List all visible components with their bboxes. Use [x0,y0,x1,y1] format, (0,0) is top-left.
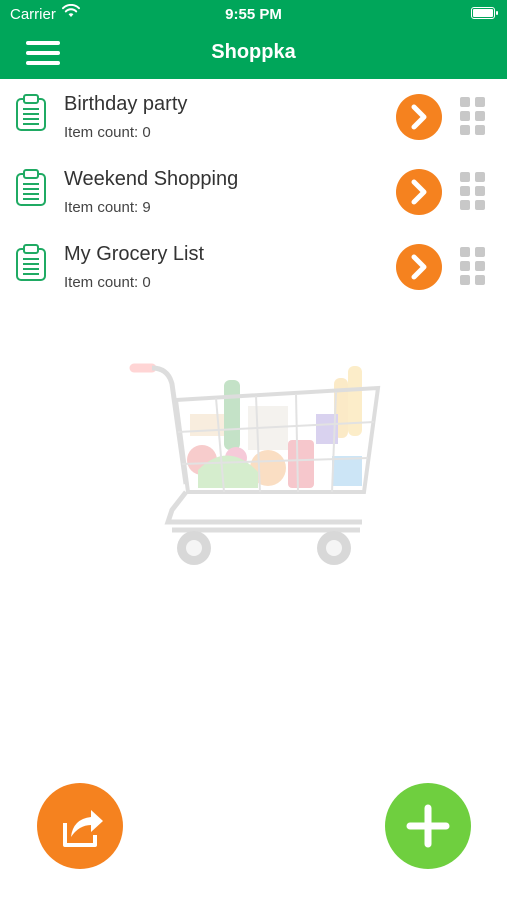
navigation-bar: Shoppka [0,28,507,79]
open-list-button[interactable] [396,244,442,290]
item-count: Item count: 0 [64,274,151,291]
clipboard-icon [15,169,47,207]
shopping-lists: Birthday party Item count: 0 Weekend Sho… [0,79,507,304]
battery-icon [471,7,498,19]
drag-handle-icon[interactable] [460,247,488,285]
status-time: 9:55 PM [225,6,282,23]
chevron-right-icon [411,179,427,205]
app-title: Shoppka [211,41,296,63]
open-list-button[interactable] [396,169,442,215]
list-item[interactable]: My Grocery List Item count: 0 [0,229,507,304]
list-name: My Grocery List [64,243,205,265]
clipboard-icon [15,94,47,132]
drag-handle-icon[interactable] [460,172,488,210]
item-count: Item count: 0 [64,124,151,141]
drag-handle-icon[interactable] [460,97,488,135]
list-item[interactable]: Birthday party Item count: 0 [0,79,507,154]
clipboard-icon [15,244,47,282]
open-list-button[interactable] [396,94,442,140]
list-name: Birthday party [64,93,188,115]
plus-icon [406,804,450,848]
list-name: Weekend Shopping [64,168,239,190]
share-icon [63,810,103,847]
item-count: Item count: 9 [64,199,151,216]
chevron-right-icon [411,254,427,280]
list-item[interactable]: Weekend Shopping Item count: 9 [0,154,507,229]
shopping-cart-illustration [128,360,384,572]
chevron-right-icon [411,104,427,130]
add-list-button[interactable] [385,783,471,869]
status-bar: Carrier 9:55 PM [0,0,507,28]
share-button[interactable] [37,783,123,869]
